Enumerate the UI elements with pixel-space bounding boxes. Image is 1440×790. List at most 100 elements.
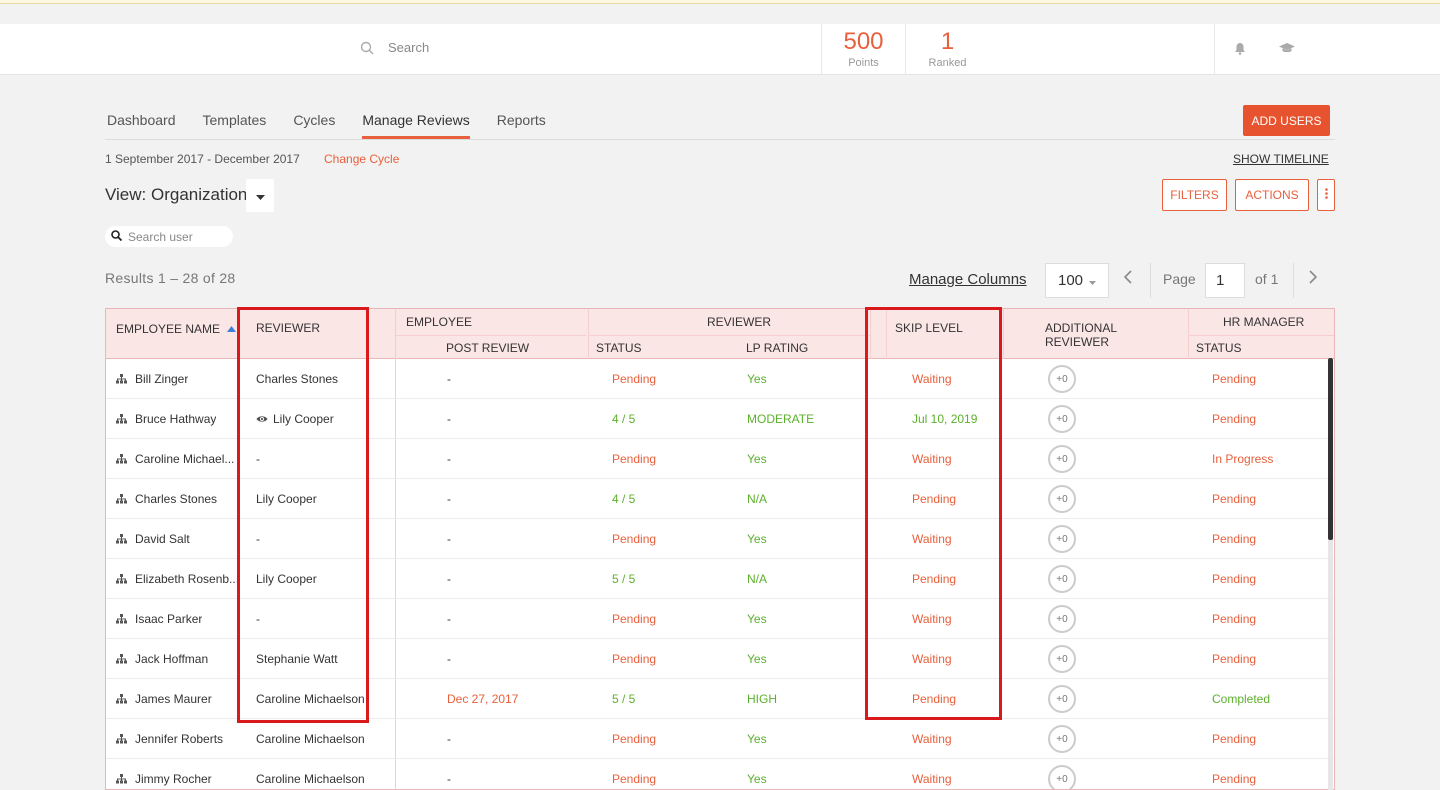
lp-rating[interactable]: Yes	[747, 359, 767, 399]
lp-rating[interactable]: Yes	[747, 759, 767, 789]
hr-manager-status[interactable]: Completed	[1212, 679, 1270, 719]
hr-manager-status[interactable]: Pending	[1212, 759, 1256, 789]
lp-rating[interactable]: HIGH	[747, 679, 777, 719]
org-chart-icon[interactable]	[116, 774, 127, 784]
skip-level-status[interactable]: Waiting	[912, 719, 952, 759]
tab-dashboard[interactable]: Dashboard	[107, 112, 176, 139]
post-review-feedback[interactable]: Dec 27, 2017	[447, 679, 518, 719]
employee-cell[interactable]: David Salt	[116, 519, 190, 559]
employee-cell[interactable]: Jennifer Roberts	[116, 719, 223, 759]
lp-rating[interactable]: N/A	[747, 559, 767, 599]
skip-level-status[interactable]: Waiting	[912, 759, 952, 789]
org-chart-icon[interactable]	[116, 734, 127, 744]
notifications-button[interactable]	[1214, 24, 1264, 75]
show-timeline-link[interactable]: SHOW TIMELINE	[1233, 152, 1329, 166]
reviewer-status[interactable]: Pending	[612, 639, 656, 679]
more-options-button[interactable]	[1317, 179, 1335, 211]
lp-rating[interactable]: Yes	[747, 599, 767, 639]
next-page-button[interactable]	[1309, 270, 1318, 289]
org-chart-icon[interactable]	[116, 614, 127, 624]
prev-page-button[interactable]	[1123, 270, 1132, 289]
header-lp-rating[interactable]: LP RATING	[746, 341, 808, 355]
lp-rating[interactable]: Yes	[747, 719, 767, 759]
org-chart-icon[interactable]	[116, 574, 127, 584]
actions-button[interactable]: ACTIONS	[1235, 179, 1309, 211]
add-reviewer-button[interactable]: +0	[1048, 645, 1076, 673]
header-post-review-feedback[interactable]: POST REVIEW FEEDBACK	[446, 341, 586, 355]
org-chart-icon[interactable]	[116, 414, 127, 424]
add-reviewer-button[interactable]: +0	[1048, 485, 1076, 513]
add-reviewer-button[interactable]: +0	[1048, 445, 1076, 473]
add-reviewer-button[interactable]: +0	[1048, 685, 1076, 713]
header-employee-name[interactable]: EMPLOYEE NAME	[116, 321, 237, 336]
hr-manager-status[interactable]: Pending	[1212, 639, 1256, 679]
add-reviewer-button[interactable]: +0	[1048, 605, 1076, 633]
post-review-feedback[interactable]: -	[447, 519, 451, 559]
tab-reports[interactable]: Reports	[497, 112, 546, 139]
reviewer-status[interactable]: Pending	[612, 519, 656, 559]
post-review-feedback[interactable]: -	[447, 639, 451, 679]
employee-cell[interactable]: Jimmy Rocher	[116, 759, 212, 789]
org-chart-icon[interactable]	[116, 694, 127, 704]
table-scrollbar-thumb[interactable]	[1328, 358, 1333, 540]
add-reviewer-button[interactable]: +0	[1048, 405, 1076, 433]
hr-manager-status[interactable]: Pending	[1212, 479, 1256, 519]
reviewer-status[interactable]: Pending	[612, 759, 656, 789]
reviewer-status[interactable]: Pending	[612, 719, 656, 759]
add-reviewer-button[interactable]: +0	[1048, 365, 1076, 393]
reviewer-cell[interactable]: Caroline Michaelson	[256, 719, 365, 759]
table-row[interactable]: Jennifer Roberts Caroline Michaelson - Pend…	[106, 719, 1334, 759]
employee-cell[interactable]: Jack Hoffman	[116, 639, 208, 679]
post-review-feedback[interactable]: -	[447, 559, 451, 599]
add-users-button[interactable]: ADD USERS	[1243, 105, 1330, 136]
hr-manager-status[interactable]: Pending	[1212, 559, 1256, 599]
employee-cell[interactable]: Caroline Michael...	[116, 439, 234, 479]
post-review-feedback[interactable]: -	[447, 599, 451, 639]
add-reviewer-button[interactable]: +0	[1048, 725, 1076, 753]
employee-cell[interactable]: Elizabeth Rosenb...	[116, 559, 239, 599]
tab-cycles[interactable]: Cycles	[293, 112, 335, 139]
reviewer-status[interactable]: 4 / 5	[612, 479, 635, 519]
learning-button[interactable]	[1262, 24, 1312, 75]
hr-manager-status[interactable]: Pending	[1212, 719, 1256, 759]
org-chart-icon[interactable]	[116, 534, 127, 544]
post-review-feedback[interactable]: -	[447, 759, 451, 789]
post-review-feedback[interactable]: -	[447, 359, 451, 399]
post-review-feedback[interactable]: -	[447, 399, 451, 439]
org-chart-icon[interactable]	[116, 374, 127, 384]
manage-columns-link[interactable]: Manage Columns	[909, 271, 1027, 288]
lp-rating[interactable]: N/A	[747, 479, 767, 519]
lp-rating[interactable]: Yes	[747, 439, 767, 479]
org-chart-icon[interactable]	[116, 654, 127, 664]
org-chart-icon[interactable]	[116, 494, 127, 504]
hr-manager-status[interactable]: Pending	[1212, 399, 1256, 439]
org-chart-icon[interactable]	[116, 454, 127, 464]
reviewer-status[interactable]: 5 / 5	[612, 679, 635, 719]
header-status[interactable]: STATUS	[596, 341, 642, 355]
reviewer-cell[interactable]: Caroline Michaelson	[256, 759, 365, 789]
per-page-select[interactable]: 100	[1045, 263, 1109, 298]
post-review-feedback[interactable]: -	[447, 719, 451, 759]
post-review-feedback[interactable]: -	[447, 479, 451, 519]
hr-manager-status[interactable]: In Progress	[1212, 439, 1273, 479]
add-reviewer-button[interactable]: +0	[1048, 565, 1076, 593]
filters-button[interactable]: FILTERS	[1162, 179, 1227, 211]
employee-cell[interactable]: James Maurer	[116, 679, 212, 719]
post-review-feedback[interactable]: -	[447, 439, 451, 479]
reviewer-status[interactable]: 4 / 5	[612, 399, 635, 439]
lp-rating[interactable]: MODERATE	[747, 399, 814, 439]
hr-manager-status[interactable]: Pending	[1212, 519, 1256, 559]
header-additional-reviewer[interactable]: ADDITIONAL REVIEWER	[1045, 321, 1117, 349]
page-number-input[interactable]: 1	[1205, 263, 1245, 298]
lp-rating[interactable]: Yes	[747, 519, 767, 559]
reviewer-status[interactable]: Pending	[612, 439, 656, 479]
employee-cell[interactable]: Bruce Hathway	[116, 399, 216, 439]
search-user-input[interactable]: Search user	[105, 226, 233, 247]
header-hr-status[interactable]: STATUS	[1196, 341, 1242, 355]
add-reviewer-button[interactable]: +0	[1048, 525, 1076, 553]
hr-manager-status[interactable]: Pending	[1212, 599, 1256, 639]
change-cycle-link[interactable]: Change Cycle	[324, 152, 399, 166]
employee-cell[interactable]: Charles Stones	[116, 479, 217, 519]
lp-rating[interactable]: Yes	[747, 639, 767, 679]
reviewer-status[interactable]: 5 / 5	[612, 559, 635, 599]
